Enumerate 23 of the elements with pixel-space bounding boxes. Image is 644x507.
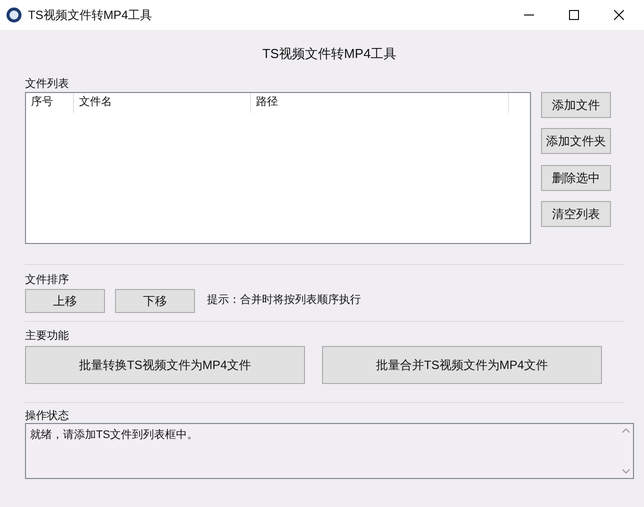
app-heading: TS视频文件转MP4工具 [262, 45, 397, 63]
column-header[interactable]: 文件名 [74, 92, 251, 112]
close-icon[interactable] [614, 10, 624, 20]
section-label: 操作状态 [25, 408, 70, 422]
action-button[interactable]: 批量转换TS视频文件为MP4文件 [25, 346, 305, 384]
section-label: 文件列表 [25, 76, 70, 92]
side-button[interactable]: 添加文件夹 [541, 128, 611, 154]
status-text: 就绪，请添加TS文件到列表框中。 [29, 428, 198, 442]
app-icon [6, 7, 22, 23]
column-header[interactable]: 路径 [251, 92, 509, 112]
file-table[interactable]: 序号 文件名 路径 [25, 92, 531, 244]
sort-button[interactable]: 上移 [25, 288, 105, 312]
section-label: 主要功能 [25, 328, 70, 344]
column-header[interactable]: 序号 [26, 92, 74, 112]
action-button[interactable]: 批量合并TS视频文件为MP4文件 [322, 346, 602, 384]
side-button[interactable]: 删除选中 [541, 164, 611, 190]
hint-text: 提示：合并时将按列表顺序执行 [207, 292, 361, 308]
section-label: 文件排序 [25, 272, 70, 288]
side-button[interactable]: 清空列表 [541, 201, 611, 227]
maximize-icon[interactable] [568, 10, 578, 20]
window-title: TS视频文件转MP4工具 [28, 7, 152, 24]
side-button[interactable]: 添加文件 [541, 92, 611, 118]
sort-button[interactable]: 下移 [115, 288, 195, 312]
